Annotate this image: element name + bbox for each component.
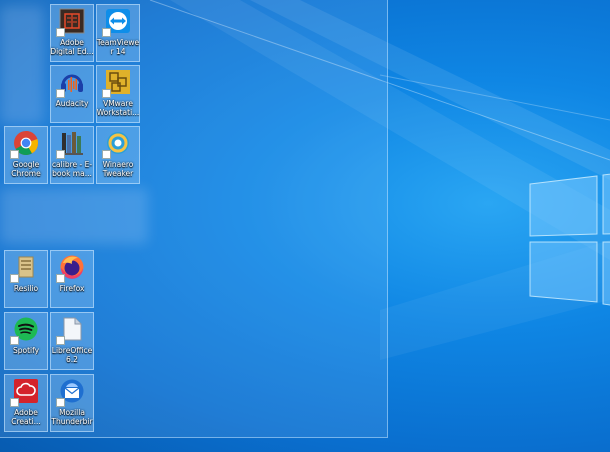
shortcut-arrow-icon — [102, 28, 111, 37]
icon-label: Resilio — [13, 284, 39, 293]
desktop[interactable]: Adobe Digital Ed... TeamViewer 14 Audaci… — [0, 0, 610, 452]
desktop-icon-chrome[interactable]: Google Chrome — [4, 126, 48, 184]
desktop-icon-vmware[interactable]: VMware Workstati... — [96, 65, 140, 123]
spotify-icon — [10, 315, 40, 345]
teamviewer-icon — [102, 7, 132, 37]
icon-label: Mozilla Thunderbird — [51, 408, 93, 426]
shortcut-arrow-icon — [10, 398, 19, 407]
desktop-icon-firefox[interactable]: Firefox — [50, 250, 94, 308]
libreoffice-icon — [56, 315, 86, 345]
shortcut-arrow-icon — [56, 336, 65, 345]
icon-label: VMware Workstati... — [96, 99, 140, 117]
adobe-creative-cloud-icon — [10, 377, 40, 407]
blurred-icon — [0, 6, 44, 124]
icon-label: Google Chrome — [11, 160, 41, 178]
desktop-icon-adobe-cc[interactable]: Adobe Creati... — [4, 374, 48, 432]
desktop-icon-winaero[interactable]: Winaero Tweaker — [96, 126, 140, 184]
vmware-workstation-icon — [102, 68, 132, 98]
chrome-icon — [10, 129, 40, 159]
desktop-icon-audacity[interactable]: Audacity — [50, 65, 94, 123]
firefox-icon — [56, 253, 86, 283]
icon-label: Spotify — [12, 346, 40, 355]
desktop-icon-spotify[interactable]: Spotify — [4, 312, 48, 370]
shortcut-arrow-icon — [10, 336, 19, 345]
icon-label: Adobe Creati... — [11, 408, 41, 426]
desktop-icon-calibre[interactable]: calibre - E-book ma... — [50, 126, 94, 184]
desktop-icon-resilio[interactable]: Resilio — [4, 250, 48, 308]
calibre-icon — [56, 129, 86, 159]
desktop-icon-libreoffice[interactable]: LibreOffice 6.2 — [50, 312, 94, 370]
audacity-icon — [56, 68, 86, 98]
resilio-icon — [10, 253, 40, 283]
shortcut-arrow-icon — [56, 274, 65, 283]
icon-label: TeamViewer 14 — [96, 38, 140, 56]
icon-label: Firefox — [59, 284, 85, 293]
shortcut-arrow-icon — [56, 89, 65, 98]
icon-label: Audacity — [55, 99, 89, 108]
windows-logo — [529, 173, 610, 306]
shortcut-arrow-icon — [102, 150, 111, 159]
adobe-digital-editions-icon — [56, 7, 86, 37]
shortcut-arrow-icon — [56, 28, 65, 37]
shortcut-arrow-icon — [10, 274, 19, 283]
icon-label: calibre - E-book ma... — [51, 160, 93, 178]
icon-label: LibreOffice 6.2 — [51, 346, 93, 364]
icon-label: Winaero Tweaker — [102, 160, 134, 178]
thunderbird-icon — [56, 377, 86, 407]
shortcut-arrow-icon — [102, 89, 111, 98]
desktop-icon-thunderbird[interactable]: Mozilla Thunderbird — [50, 374, 94, 432]
shortcut-arrow-icon — [10, 150, 19, 159]
desktop-icon-teamviewer[interactable]: TeamViewer 14 — [96, 4, 140, 62]
winaero-tweaker-icon — [102, 129, 132, 159]
shortcut-arrow-icon — [56, 398, 65, 407]
desktop-icon-adobe-digital[interactable]: Adobe Digital Ed... — [50, 4, 94, 62]
shortcut-arrow-icon — [56, 150, 65, 159]
icon-label: Adobe Digital Ed... — [50, 38, 94, 56]
blurred-icon — [0, 188, 148, 244]
